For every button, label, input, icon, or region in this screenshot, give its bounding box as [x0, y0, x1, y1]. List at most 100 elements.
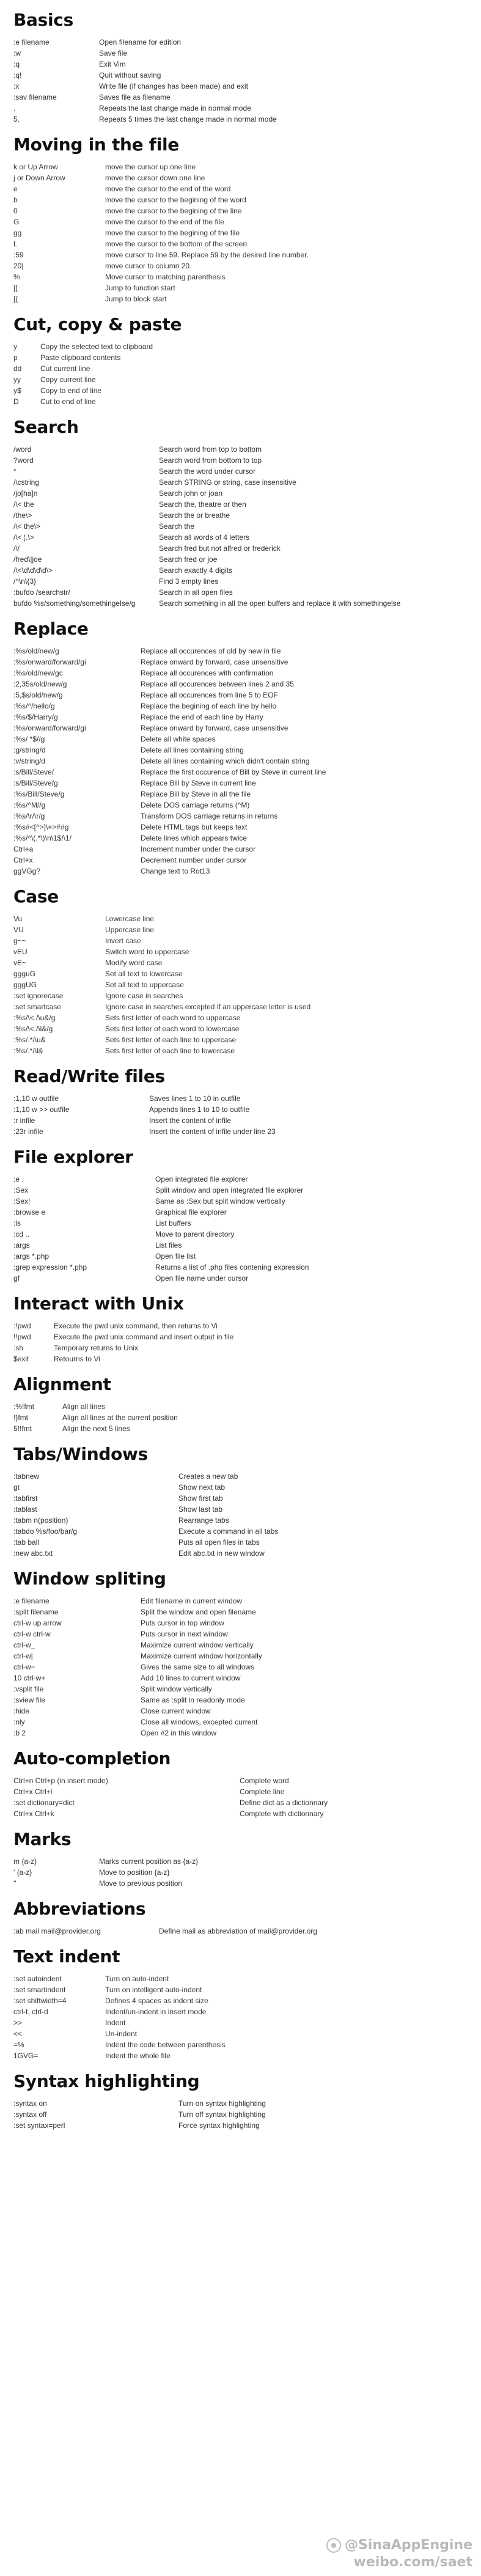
command-row: :sh Temporary returns to Unix	[13, 1342, 469, 1353]
command-key: :set autoindent	[13, 1974, 62, 1983]
command-list: :syntax on Turn on syntax highlighting:sy…	[13, 2098, 469, 2131]
command-description: Appends lines 1 to 10 to outfile	[149, 1105, 250, 1114]
section-title: Replace	[13, 619, 89, 639]
command-description: Complete word	[240, 1776, 289, 1785]
command-row: :set smartindent Turn on intelligent auto…	[13, 1984, 469, 1995]
command-key: D	[13, 397, 19, 406]
watermark-handle: @SinaAppEngine	[345, 2537, 472, 2553]
command-row: :syntax on Turn on syntax highlighting	[13, 2098, 469, 2109]
command-description: Move to parent directory	[155, 1230, 235, 1238]
command-row: :%s/$/Harry/g Replace the end of each lin…	[13, 712, 469, 723]
command-description: Same as :split in readonly mode	[141, 1696, 245, 1704]
command-key: :bufdo /searchstr/	[13, 588, 70, 597]
command-description: Search word from bottom to top	[159, 456, 262, 465]
command-description: Replace onward by forward, case unsensit…	[141, 724, 288, 732]
command-key: !}fmt	[13, 1413, 29, 1422]
command-row: y$ Copy to end of line	[13, 385, 469, 396]
command-row: /\cstring Search STRING or string, case i…	[13, 477, 469, 488]
command-row: :%!fmt Align all lines	[13, 1401, 469, 1412]
command-list: :1,10 w outfile Saves lines 1 to 10 in ou…	[13, 1093, 469, 1137]
command-description: Replace all occurences from line 5 to EO…	[141, 691, 278, 699]
command-description: Move to position {a-z}	[99, 1868, 170, 1877]
command-row: j or Down Arrow move the cursor down one …	[13, 172, 469, 183]
section-title: Syntax highlighting	[13, 2071, 200, 2091]
command-description: Show first tab	[178, 1494, 223, 1503]
command-key: [{	[13, 295, 18, 303]
command-row: :hide Close current window	[13, 1706, 469, 1717]
command-key: :hide	[13, 1707, 30, 1715]
command-key: vE~	[13, 959, 27, 967]
command-row: gf Open file name under cursor	[13, 1273, 469, 1284]
section-title: Tabs/Windows	[13, 1444, 148, 1464]
command-row: ctrl-w_ Maximize current window verticall…	[13, 1639, 469, 1650]
command-list: /word Search word from top to bottom ?word…	[13, 444, 469, 609]
command-row: =% Indent the code between parenthesis	[13, 2039, 469, 2050]
command-row: :s/Bill/Steve/g Replace Bill by Steve in …	[13, 778, 469, 789]
command-description: Saves lines 1 to 10 in outfile	[149, 1094, 241, 1103]
command-key: dd	[13, 364, 22, 373]
command-key: Ctrl+x Ctrl+k	[13, 1809, 54, 1818]
section-title: Search	[13, 417, 79, 437]
command-key: ?word	[13, 456, 34, 465]
command-row: Ctrl+a Increment number under the cursor	[13, 844, 469, 855]
command-description: Execute a command in all tabs	[178, 1527, 279, 1536]
command-key: /^\n\{3}	[13, 577, 36, 586]
section-title: Cut, copy & paste	[13, 314, 182, 334]
command-row: :q! Quit without saving	[13, 70, 469, 81]
command-description: Delete all lines containing which didn't…	[141, 757, 310, 765]
command-description: Search the, theatre or then	[159, 500, 246, 509]
command-row: p Paste clipboard contents	[13, 352, 469, 363]
command-key: ctrl-w ctrl-w	[13, 1630, 51, 1638]
command-description: Complete with dictionnary	[240, 1809, 324, 1818]
command-key: :1,10 w outfile	[13, 1094, 59, 1103]
section: Syntax highlighting :syntax on Turn on syn…	[13, 2071, 469, 2131]
command-key: :q	[13, 60, 20, 68]
command-description: Un-indent	[105, 2030, 138, 2038]
command-row: ctrl-w ctrl-w Puts cursor in next window	[13, 1628, 469, 1639]
command-description: Creates a new tab	[178, 1472, 238, 1481]
command-description: Turn off syntax highlighting	[178, 2110, 266, 2119]
command-row: :set syntax=perl Force syntax highlightin…	[13, 2120, 469, 2131]
command-description: Insert the content of infile under line …	[149, 1127, 276, 1136]
command-row: :%s/onward/forward/gi Replace onward by f…	[13, 723, 469, 734]
command-key: bufdo %s/something/somethingelse/g	[13, 599, 136, 608]
command-key: /jo[ha]n	[13, 489, 38, 498]
command-row: [[Jump to function start	[13, 282, 469, 293]
command-key: Ctrl+a	[13, 845, 34, 853]
command-description: Find 3 empty lines	[159, 577, 219, 586]
watermark: @SinaAppEngine weibo.com/saet	[326, 2537, 472, 2571]
command-row: :vsplit file Split window vertically	[13, 1684, 469, 1695]
command-row: :args *.php Open file list	[13, 1251, 469, 1262]
command-row: gggUG Set all text to uppercase	[13, 979, 469, 990]
command-row: :new abc.txt Edit abc.txt in new window	[13, 1548, 469, 1559]
command-description: Edit abc.txt in new window	[178, 1549, 265, 1558]
section: Tabs/Windows:tabnew Creates a new tab gt Sh…	[13, 1444, 469, 1559]
command-row: /\< the\> Search the	[13, 521, 469, 532]
command-description: Define mail as abbreviation of mail@prov…	[159, 1927, 317, 1935]
command-row: :2,35s/old/new/g Replace all occurences b…	[13, 679, 469, 690]
command-key: $exit	[13, 1355, 29, 1363]
command-description: Search the word under cursor	[159, 467, 256, 476]
command-description: Open filename for edition	[99, 38, 182, 46]
command-row: :%s/\<./\u&/g Sets first letter of each w…	[13, 1012, 469, 1023]
command-description: Execute the pwd unix command, then retur…	[54, 1322, 218, 1330]
command-key: :%s/.*/\u&	[13, 1036, 46, 1044]
command-description: Align the next 5 lines	[62, 1424, 130, 1433]
command-row: Gmove the cursor to the end of the file	[13, 216, 469, 227]
command-description: move the cursor to the end of the file	[105, 218, 224, 226]
command-key: :w	[13, 49, 21, 57]
command-list: :!pwd Execute the pwd unix command, then …	[13, 1320, 469, 1364]
command-row: :tabfirst Show first tab	[13, 1493, 469, 1504]
command-row: Ctrl+x Decrement number under cursor	[13, 855, 469, 866]
command-key: gggUG	[13, 981, 37, 989]
command-row: :%s/ *$//g Delete all white spaces	[13, 734, 469, 745]
command-row: :s/Bill/Steve/Replace the first occurenc…	[13, 767, 469, 778]
command-key: yy	[13, 375, 21, 384]
command-row: m {a-z} Marks current position as {a-z}	[13, 1856, 469, 1867]
command-row: ggguG Set all text to lowercase	[13, 968, 469, 979]
command-key: :tablast	[13, 1505, 37, 1514]
command-key: y$	[13, 386, 21, 395]
command-row: . Repeats the last change made in normal …	[13, 103, 469, 114]
command-row: :r infile Insert the content of infile	[13, 1115, 469, 1126]
command-row: [{Jump to block start	[13, 293, 469, 304]
